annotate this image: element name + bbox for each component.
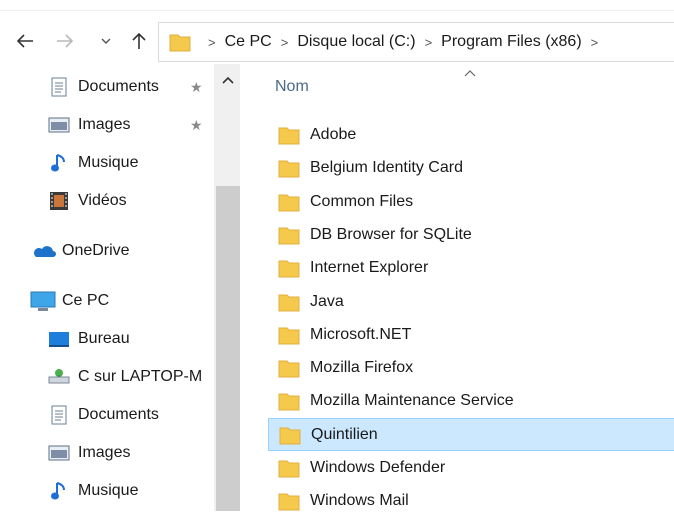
file-name: Common Files [310, 192, 414, 210]
file-name: Mozilla Maintenance Service [310, 391, 514, 409]
file-name: Internet Explorer [310, 258, 429, 276]
file-list-row[interactable]: Windows Mail [268, 484, 674, 517]
arrow-up-icon [132, 32, 146, 49]
recent-locations-button[interactable] [98, 26, 114, 56]
nav-item-ce-pc[interactable]: Ce PC [30, 284, 244, 318]
music-icon [46, 152, 72, 174]
breadcrumb-separator-icon[interactable]: > [425, 35, 433, 50]
nav-item-label: Images [78, 116, 131, 133]
column-header-name[interactable]: Nom [275, 78, 309, 96]
breadcrumb-separator-icon[interactable]: > [591, 35, 599, 50]
nav-item-label: Musique [78, 154, 139, 171]
nav-item-label: C sur LAPTOP-M [78, 368, 203, 385]
network-drive-icon [46, 366, 72, 388]
music-icon [46, 480, 72, 502]
window-top-edge [0, 10, 674, 11]
breadcrumb-separator-icon[interactable]: > [281, 35, 289, 50]
folder-icon [169, 34, 191, 52]
file-list-row[interactable]: Java [268, 285, 674, 318]
documents-icon [46, 404, 72, 426]
file-list-row[interactable]: DB Browser for SQLite [268, 218, 674, 251]
nav-item-label: Bureau [78, 330, 130, 347]
file-list-row[interactable]: Mozilla Firefox [268, 351, 674, 384]
forward-button[interactable] [52, 26, 78, 56]
folder-icon [278, 360, 300, 377]
up-button[interactable] [128, 26, 150, 56]
images-icon [46, 114, 72, 136]
file-name: DB Browser for SQLite [310, 225, 472, 243]
file-name: Belgium Identity Card [310, 158, 463, 176]
navigation-bar: > Ce PC > Disque local (C:) > Program Fi… [0, 22, 674, 62]
chevron-down-icon [101, 38, 111, 44]
folder-icon [278, 460, 300, 477]
folder-icon [278, 493, 300, 510]
breadcrumb-disque-local[interactable]: Disque local (C:) [297, 33, 415, 51]
file-name: Mozilla Firefox [310, 358, 414, 376]
nav-item-label: Vidéos [78, 192, 127, 209]
folder-icon [278, 294, 300, 311]
sort-ascending-indicator [464, 64, 476, 82]
folder-icon [279, 427, 301, 444]
file-list-row[interactable]: Common Files [268, 185, 674, 218]
file-list-row[interactable]: Mozilla Maintenance Service [268, 384, 674, 417]
folder-icon [278, 327, 300, 344]
onedrive-icon [30, 240, 56, 262]
nav-scroll-up-button[interactable] [216, 70, 240, 90]
file-name: Adobe [310, 125, 357, 143]
file-name: Windows Mail [310, 491, 409, 509]
arrow-left-icon [16, 34, 33, 48]
folder-icon [278, 127, 300, 144]
breadcrumb-program-files-x86[interactable]: Program Files (x86) [441, 33, 581, 51]
file-list-row[interactable]: Internet Explorer [268, 251, 674, 284]
nav-item-label: Images [78, 444, 131, 461]
images-icon [46, 442, 72, 464]
file-name: Microsoft.NET [310, 325, 412, 343]
file-list-row[interactable]: Quintilien [268, 418, 674, 451]
nav-item-label: Musique [78, 482, 139, 499]
breadcrumb-separator-icon[interactable]: > [208, 35, 216, 50]
back-button[interactable] [12, 26, 38, 56]
file-name: Windows Defender [310, 458, 446, 476]
arrow-right-icon [57, 34, 74, 48]
nav-item-label: Ce PC [62, 292, 110, 309]
nav-item-label: Documents [78, 406, 159, 423]
file-name: Java [310, 292, 344, 310]
file-list-row[interactable]: Belgium Identity Card [268, 151, 674, 184]
chevron-up-icon [464, 70, 476, 77]
nav-scrollbar-thumb[interactable] [216, 186, 240, 511]
videos-icon [46, 190, 72, 212]
folder-icon [278, 227, 300, 244]
pin-icon: ★ [190, 79, 203, 95]
computer-icon [30, 290, 56, 312]
folder-icon [278, 260, 300, 277]
desktop-icon [46, 328, 72, 350]
pin-icon: ★ [190, 117, 203, 133]
file-name: Quintilien [311, 425, 378, 443]
nav-item-onedrive[interactable]: OneDrive [30, 234, 244, 268]
nav-item-label: OneDrive [62, 242, 130, 259]
file-list-row[interactable]: Microsoft.NET [268, 318, 674, 351]
file-list-row[interactable]: Adobe [268, 118, 674, 151]
chevron-up-icon [222, 76, 234, 84]
file-list-row[interactable]: Windows Defender [268, 451, 674, 484]
folder-icon [278, 194, 300, 211]
navigation-pane: Documents ★ Images ★ Musique Vidéos OneD… [0, 64, 242, 511]
breadcrumb-ce-pc[interactable]: Ce PC [225, 33, 272, 51]
address-bar[interactable]: > Ce PC > Disque local (C:) > Program Fi… [158, 22, 674, 62]
folder-icon [278, 160, 300, 177]
nav-item-label: Documents [78, 78, 159, 95]
documents-icon [46, 76, 72, 98]
folder-icon [278, 393, 300, 410]
